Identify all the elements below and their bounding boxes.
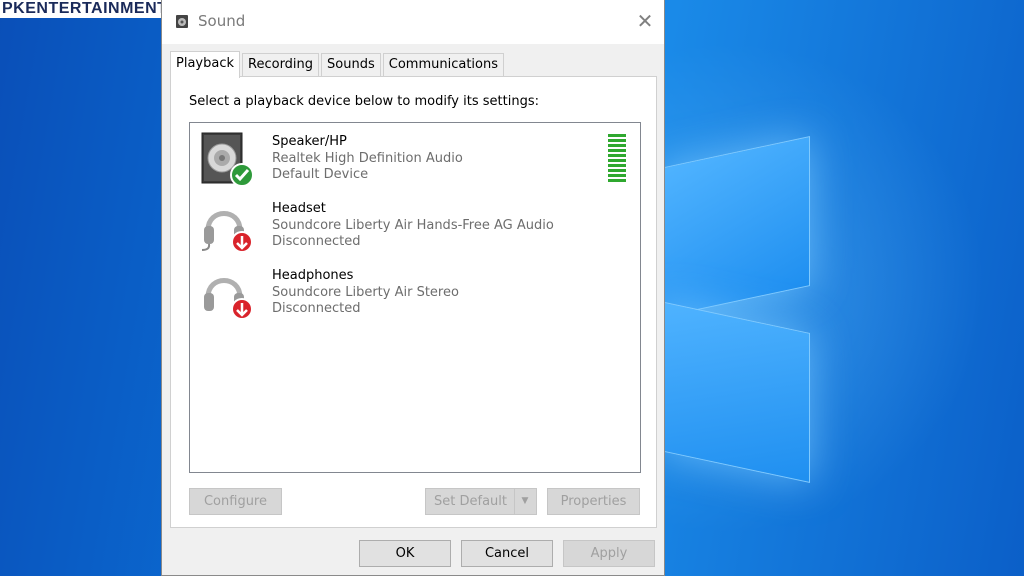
speaker-app-icon [173,12,191,30]
configure-button[interactable]: Configure [189,488,282,515]
sound-dialog: Sound ✕ Playback Recording Sounds Commun… [161,0,665,576]
headset-icon [198,198,258,256]
device-description: Soundcore Liberty Air Hands-Free AG Audi… [272,218,554,233]
device-name: Headset [272,201,326,216]
headphones-icon [198,265,258,323]
device-item-speaker[interactable]: Speaker/HP Realtek High Definition Audio… [190,125,640,191]
device-item-headset[interactable]: Headset Soundcore Liberty Air Hands-Free… [190,192,640,258]
device-name: Speaker/HP [272,134,347,149]
device-status: Disconnected [272,301,361,316]
window-title: Sound [198,12,246,30]
device-list[interactable]: Speaker/HP Realtek High Definition Audio… [189,122,641,473]
close-button[interactable]: ✕ [630,8,660,34]
title-bar[interactable]: Sound ✕ [162,0,664,44]
windows-logo [660,112,810,492]
set-default-label: Set Default [434,494,507,509]
set-default-button[interactable]: Set Default ▼ [425,488,537,515]
tab-recording[interactable]: Recording [242,53,320,77]
device-description: Soundcore Liberty Air Stereo [272,285,459,300]
instruction-text: Select a playback device below to modify… [189,94,539,109]
chevron-down-icon[interactable]: ▼ [514,489,535,514]
apply-button[interactable]: Apply [563,540,655,567]
tab-communications[interactable]: Communications [382,53,505,77]
device-description: Realtek High Definition Audio [272,151,463,166]
device-name: Headphones [272,268,354,283]
properties-button[interactable]: Properties [547,488,640,515]
tab-sounds[interactable]: Sounds [321,53,381,77]
device-item-headphones[interactable]: Headphones Soundcore Liberty Air Stereo … [190,259,640,325]
speaker-icon [198,131,258,189]
ok-button[interactable]: OK [359,540,451,567]
cancel-button[interactable]: Cancel [461,540,553,567]
playback-panel: Select a playback device below to modify… [170,76,657,528]
device-status: Disconnected [272,234,361,249]
volume-level-meter [608,134,626,186]
tab-playback[interactable]: Playback [170,51,241,78]
tab-strip: Playback Recording Sounds Communications [170,51,506,78]
device-status: Default Device [272,167,369,182]
